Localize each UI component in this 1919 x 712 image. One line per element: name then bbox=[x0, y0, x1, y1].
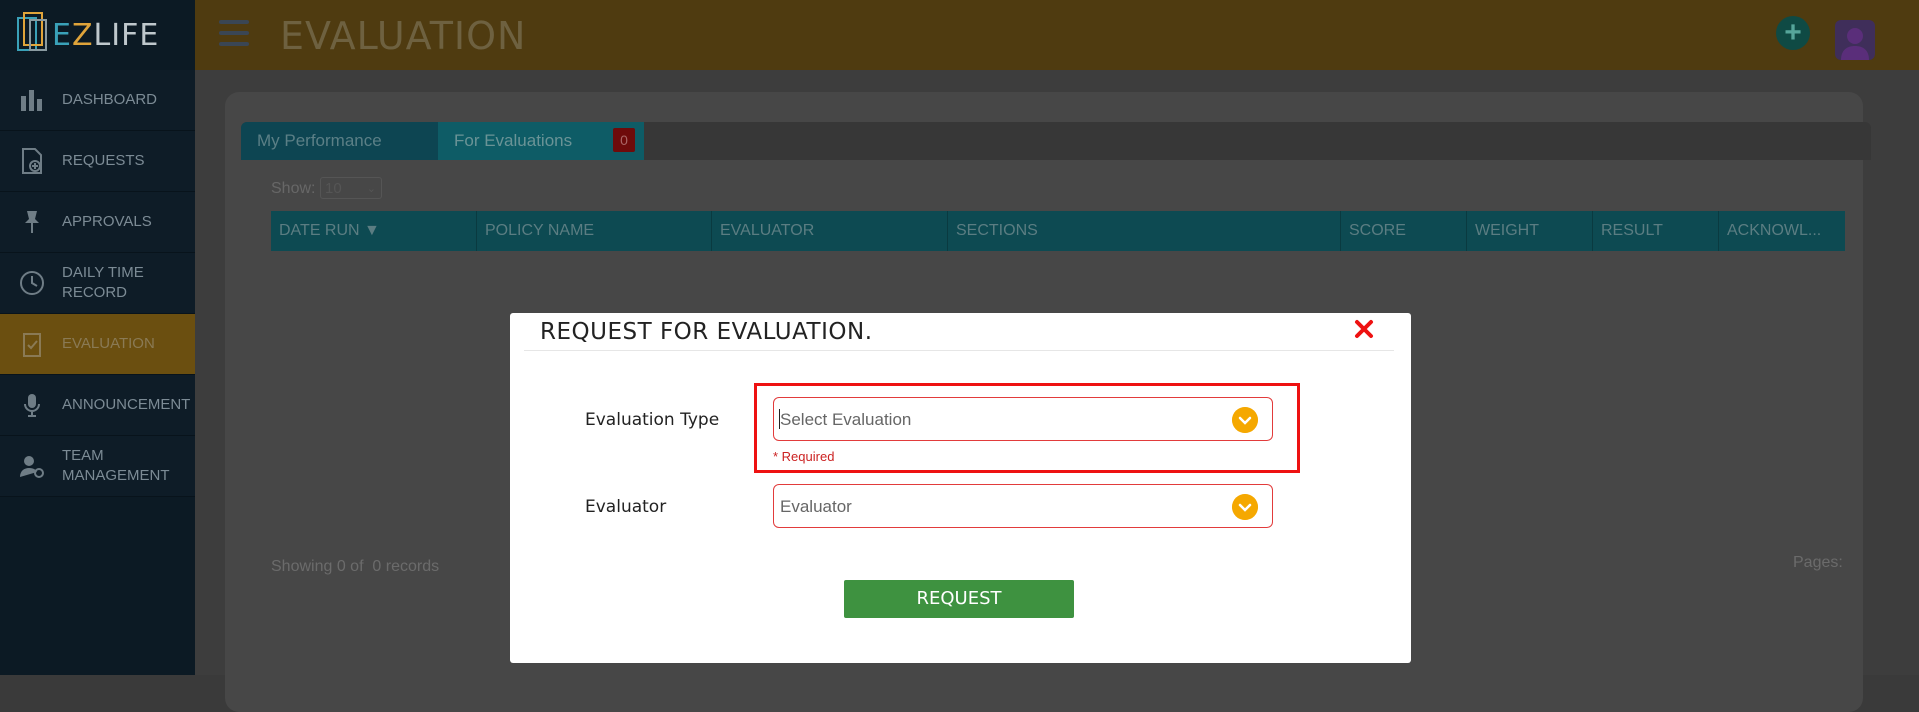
sidebar-item-team-management[interactable]: TEAM MANAGEMENT bbox=[0, 436, 195, 497]
evaluator-select[interactable]: Evaluator bbox=[773, 484, 1273, 528]
sidebar-item-daily-time-record[interactable]: DAILY TIME RECORD bbox=[0, 253, 195, 314]
sidebar-item-label: APPROVALS bbox=[62, 213, 152, 230]
sidebar: EZLIFE DASHBOARD REQUESTS APPROVALS DAIL… bbox=[0, 0, 195, 675]
sidebar-item-approvals[interactable]: APPROVALS bbox=[0, 192, 195, 253]
clipboard-check-icon bbox=[23, 333, 41, 357]
sidebar-item-dashboard[interactable]: DASHBOARD bbox=[0, 70, 195, 131]
chevron-down-icon: ⌄ bbox=[366, 183, 376, 195]
request-button[interactable]: REQUEST bbox=[844, 580, 1074, 618]
column-date-run[interactable]: DATE RUN ▼ bbox=[271, 211, 477, 251]
sidebar-nav: DASHBOARD REQUESTS APPROVALS DAILY TIME … bbox=[0, 70, 195, 497]
close-icon[interactable] bbox=[1354, 319, 1374, 339]
menu-icon[interactable] bbox=[219, 20, 249, 48]
modal-divider bbox=[524, 350, 1394, 351]
sidebar-item-label: TEAM MANAGEMENT bbox=[62, 447, 170, 484]
column-weight[interactable]: WEIGHT bbox=[1467, 211, 1593, 251]
chevron-down-icon[interactable] bbox=[1232, 494, 1258, 520]
user-gear-icon bbox=[20, 456, 44, 478]
evaluations-count-badge: 0 bbox=[613, 128, 635, 152]
table-header: DATE RUN ▼ POLICY NAME EVALUATOR SECTION… bbox=[271, 211, 1845, 251]
page-size-select[interactable]: 10 ⌄ bbox=[320, 177, 382, 199]
show-label: Show: bbox=[271, 180, 316, 197]
chevron-down-icon[interactable] bbox=[1232, 407, 1258, 433]
evaluation-type-select[interactable]: Select Evaluation bbox=[773, 397, 1273, 441]
sidebar-item-announcement[interactable]: ANNOUNCEMENT bbox=[0, 375, 195, 436]
column-score[interactable]: SCORE bbox=[1341, 211, 1467, 251]
required-message: * Required bbox=[773, 449, 835, 464]
sidebar-item-label: EVALUATION bbox=[62, 335, 155, 352]
sidebar-item-label: DASHBOARD bbox=[62, 91, 158, 108]
evaluation-type-placeholder: Select Evaluation bbox=[780, 410, 912, 429]
bar-chart-icon bbox=[21, 90, 42, 111]
document-add-icon bbox=[22, 148, 42, 174]
request-evaluation-modal: REQUEST FOR EVALUATION. Evaluation Type … bbox=[510, 313, 1411, 663]
sidebar-item-label: ANNOUNCEMENT bbox=[62, 396, 191, 413]
sidebar-item-evaluation[interactable]: EVALUATION bbox=[0, 314, 195, 375]
records-count: Showing 0 of 0 records bbox=[271, 558, 440, 575]
pin-icon bbox=[25, 211, 39, 233]
pages-label: Pages: bbox=[1793, 554, 1843, 571]
column-result[interactable]: RESULT bbox=[1593, 211, 1719, 251]
evaluation-type-label: Evaluation Type bbox=[585, 410, 720, 430]
clock-icon bbox=[20, 271, 44, 295]
logo-mark-icon bbox=[17, 12, 47, 51]
app-logo[interactable]: EZLIFE bbox=[12, 6, 192, 62]
page-size-value: 10 bbox=[325, 180, 342, 197]
modal-title: REQUEST FOR EVALUATION. bbox=[540, 319, 873, 345]
column-sections[interactable]: SECTIONS bbox=[948, 211, 1341, 251]
top-bar: EVALUATION + bbox=[195, 0, 1919, 70]
tab-my-performance[interactable]: My Performance bbox=[241, 122, 438, 160]
evaluator-placeholder: Evaluator bbox=[780, 497, 852, 516]
microphone-icon bbox=[24, 394, 40, 417]
sidebar-item-requests[interactable]: REQUESTS bbox=[0, 131, 195, 192]
sidebar-item-label: REQUESTS bbox=[62, 152, 145, 169]
tabs-bar: My Performance For Evaluations 0 bbox=[241, 122, 1871, 160]
evaluator-label: Evaluator bbox=[585, 497, 667, 517]
add-button[interactable]: + bbox=[1776, 16, 1810, 50]
sidebar-item-label: DAILY TIME RECORD bbox=[62, 264, 144, 301]
user-avatar-icon bbox=[1841, 28, 1869, 60]
logo-text: EZLIFE bbox=[52, 18, 160, 53]
column-evaluator[interactable]: EVALUATOR bbox=[712, 211, 948, 251]
column-acknowledge[interactable]: ACKNOWL... bbox=[1719, 211, 1845, 251]
column-policy-name[interactable]: POLICY NAME bbox=[477, 211, 712, 251]
page-title: EVALUATION bbox=[280, 14, 527, 58]
avatar[interactable] bbox=[1835, 20, 1875, 60]
